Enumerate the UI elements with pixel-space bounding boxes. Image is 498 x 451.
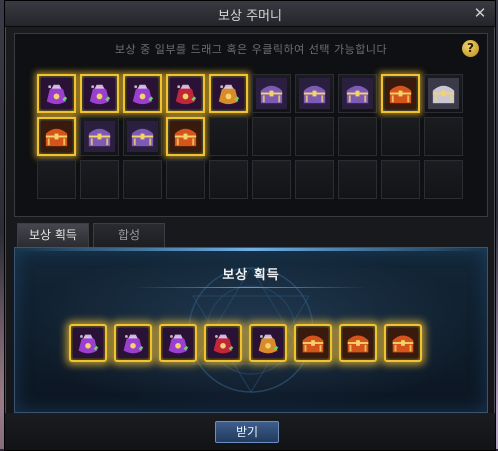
acquired-item-slot[interactable] <box>69 324 107 362</box>
empty-reward-slot <box>381 160 420 199</box>
orange-pouch-icon <box>253 328 283 358</box>
window-title: 보상 주머니 <box>218 9 282 24</box>
empty-reward-slot <box>424 117 463 156</box>
purple-pouch-icon <box>127 78 158 109</box>
empty-reward-slot <box>381 117 420 156</box>
reward-slot[interactable] <box>37 117 76 156</box>
reward-slot[interactable] <box>424 74 463 113</box>
empty-reward-slot <box>209 160 248 199</box>
empty-reward-slot <box>338 117 377 156</box>
purple-pouch-icon <box>118 328 148 358</box>
orange-chest-icon <box>298 328 328 358</box>
instruction-text: 보상 중 일부를 드래그 혹은 우클릭하여 선택 가능합니다 <box>114 43 388 56</box>
reward-slot[interactable] <box>338 74 377 113</box>
panel-glow-line <box>15 248 487 251</box>
reward-slot[interactable] <box>166 117 205 156</box>
reward-slot[interactable] <box>166 74 205 113</box>
purple-pouch-icon <box>163 328 193 358</box>
empty-reward-slot <box>295 117 334 156</box>
orange-chest-icon <box>385 78 416 109</box>
purple-chest-icon <box>299 78 330 109</box>
acquired-item-slot[interactable] <box>384 324 422 362</box>
close-button[interactable]: ✕ <box>471 4 489 22</box>
orange-pouch-icon <box>213 78 244 109</box>
purple-pouch-icon <box>41 78 72 109</box>
acquired-item-slot[interactable] <box>114 324 152 362</box>
empty-reward-slot <box>295 160 334 199</box>
reward-slot[interactable] <box>381 74 420 113</box>
purple-pouch-icon <box>84 78 115 109</box>
silver-chest-icon <box>428 78 459 109</box>
acquired-items-row <box>69 324 422 362</box>
title-bar[interactable]: 보상 주머니 ✕ <box>5 1 495 27</box>
empty-reward-slot <box>209 117 248 156</box>
acquired-item-slot[interactable] <box>204 324 242 362</box>
purple-chest-icon <box>84 121 115 152</box>
reward-acquire-panel: 보상 획득 <box>14 247 488 413</box>
purple-chest-icon <box>127 121 158 152</box>
reward-slot[interactable] <box>37 74 76 113</box>
reward-slot[interactable] <box>252 74 291 113</box>
red-pouch-icon <box>208 328 238 358</box>
empty-reward-slot <box>252 160 291 199</box>
orange-chest-icon <box>41 121 72 152</box>
acquired-item-slot[interactable] <box>339 324 377 362</box>
acquired-item-slot[interactable] <box>159 324 197 362</box>
empty-reward-slot <box>338 160 377 199</box>
reward-pouch-window: 보상 주머니 ✕ 보상 중 일부를 드래그 혹은 우클릭하여 선택 가능합니다 … <box>4 0 496 451</box>
empty-reward-slot <box>424 160 463 199</box>
help-icon[interactable]: ? <box>462 40 479 57</box>
reward-slot[interactable] <box>80 74 119 113</box>
reward-slot[interactable] <box>123 117 162 156</box>
reward-grid <box>37 74 463 199</box>
acquire-title: 보상 획득 <box>222 268 280 283</box>
orange-chest-icon <box>388 328 418 358</box>
empty-reward-slot <box>80 160 119 199</box>
tab-reward-acquire[interactable]: 보상 획득 <box>17 223 89 247</box>
receive-button[interactable]: 받기 <box>215 421 279 443</box>
empty-reward-slot <box>252 117 291 156</box>
orange-chest-icon <box>343 328 373 358</box>
acquired-item-slot[interactable] <box>249 324 287 362</box>
tab-synthesis[interactable]: 합성 <box>93 223 165 247</box>
orange-chest-icon <box>170 121 201 152</box>
reward-slot[interactable] <box>295 74 334 113</box>
footer-bar: 받기 <box>5 413 495 450</box>
empty-reward-slot <box>123 160 162 199</box>
purple-chest-icon <box>342 78 373 109</box>
reward-slot[interactable] <box>80 117 119 156</box>
empty-reward-slot <box>166 160 205 199</box>
acquired-item-slot[interactable] <box>294 324 332 362</box>
reward-slot[interactable] <box>209 74 248 113</box>
empty-reward-slot <box>37 160 76 199</box>
reward-slot[interactable] <box>123 74 162 113</box>
title-divider <box>135 287 367 288</box>
purple-chest-icon <box>256 78 287 109</box>
red-pouch-icon <box>170 78 201 109</box>
reward-selection-panel: 보상 중 일부를 드래그 혹은 우클릭하여 선택 가능합니다 ? <box>14 33 488 217</box>
purple-pouch-icon <box>73 328 103 358</box>
